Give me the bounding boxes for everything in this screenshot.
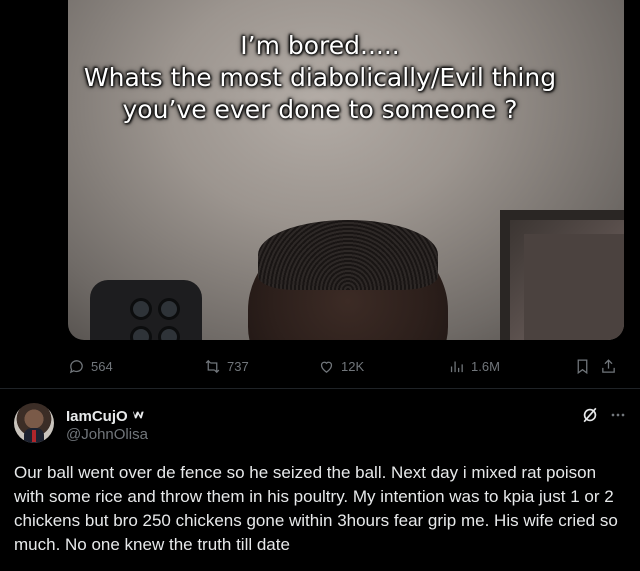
phone-graphic [90,280,202,340]
views-button[interactable]: 1.6M [448,352,500,380]
image-caption: I’m bored..... Whats the most diabolical… [68,30,624,126]
tweet-text: Our ball went over de fence so he seized… [14,463,618,554]
verified-icon [130,405,147,428]
views-icon [450,361,463,372]
like-icon [320,361,333,373]
caption-line-2: Whats the most diabolically/Evil thing [83,63,557,92]
author-handle[interactable]: @JohnOlisa [66,426,148,443]
bookmark-button[interactable] [574,352,591,380]
repost-button[interactable]: 737 [204,352,249,380]
reply-button[interactable]: 564 [68,352,113,380]
person-hair [258,220,438,290]
grok-icon[interactable] [580,405,600,425]
like-button[interactable]: 12K [318,352,364,380]
caption-line-1: I’m bored..... [240,31,400,60]
reply-count: 564 [91,358,113,374]
author-name-row[interactable]: IamCujO [66,405,147,428]
avatar[interactable] [14,403,54,443]
post-action-bar: 564 737 12K 1.6M [68,352,624,380]
caption-line-3: you’ve ever done to someone ? [122,95,518,124]
media-container: I’m bored..... Whats the most diabolical… [0,0,640,345]
more-icon[interactable] [608,405,628,425]
picture-frame [500,210,624,340]
repost-icon [205,359,220,373]
share-button[interactable] [600,352,617,380]
views-count: 1.6M [471,358,500,374]
display-name[interactable]: IamCujO [66,408,128,425]
reply-icon [69,359,83,373]
share-icon [602,358,615,373]
tweet: IamCujO @JohnOlisa Our ball went over de… [0,388,640,571]
like-count: 12K [341,358,365,374]
repost-count: 737 [227,358,249,374]
post-image[interactable]: I’m bored..... Whats the most diabolical… [68,0,624,340]
bookmark-icon [577,358,588,374]
